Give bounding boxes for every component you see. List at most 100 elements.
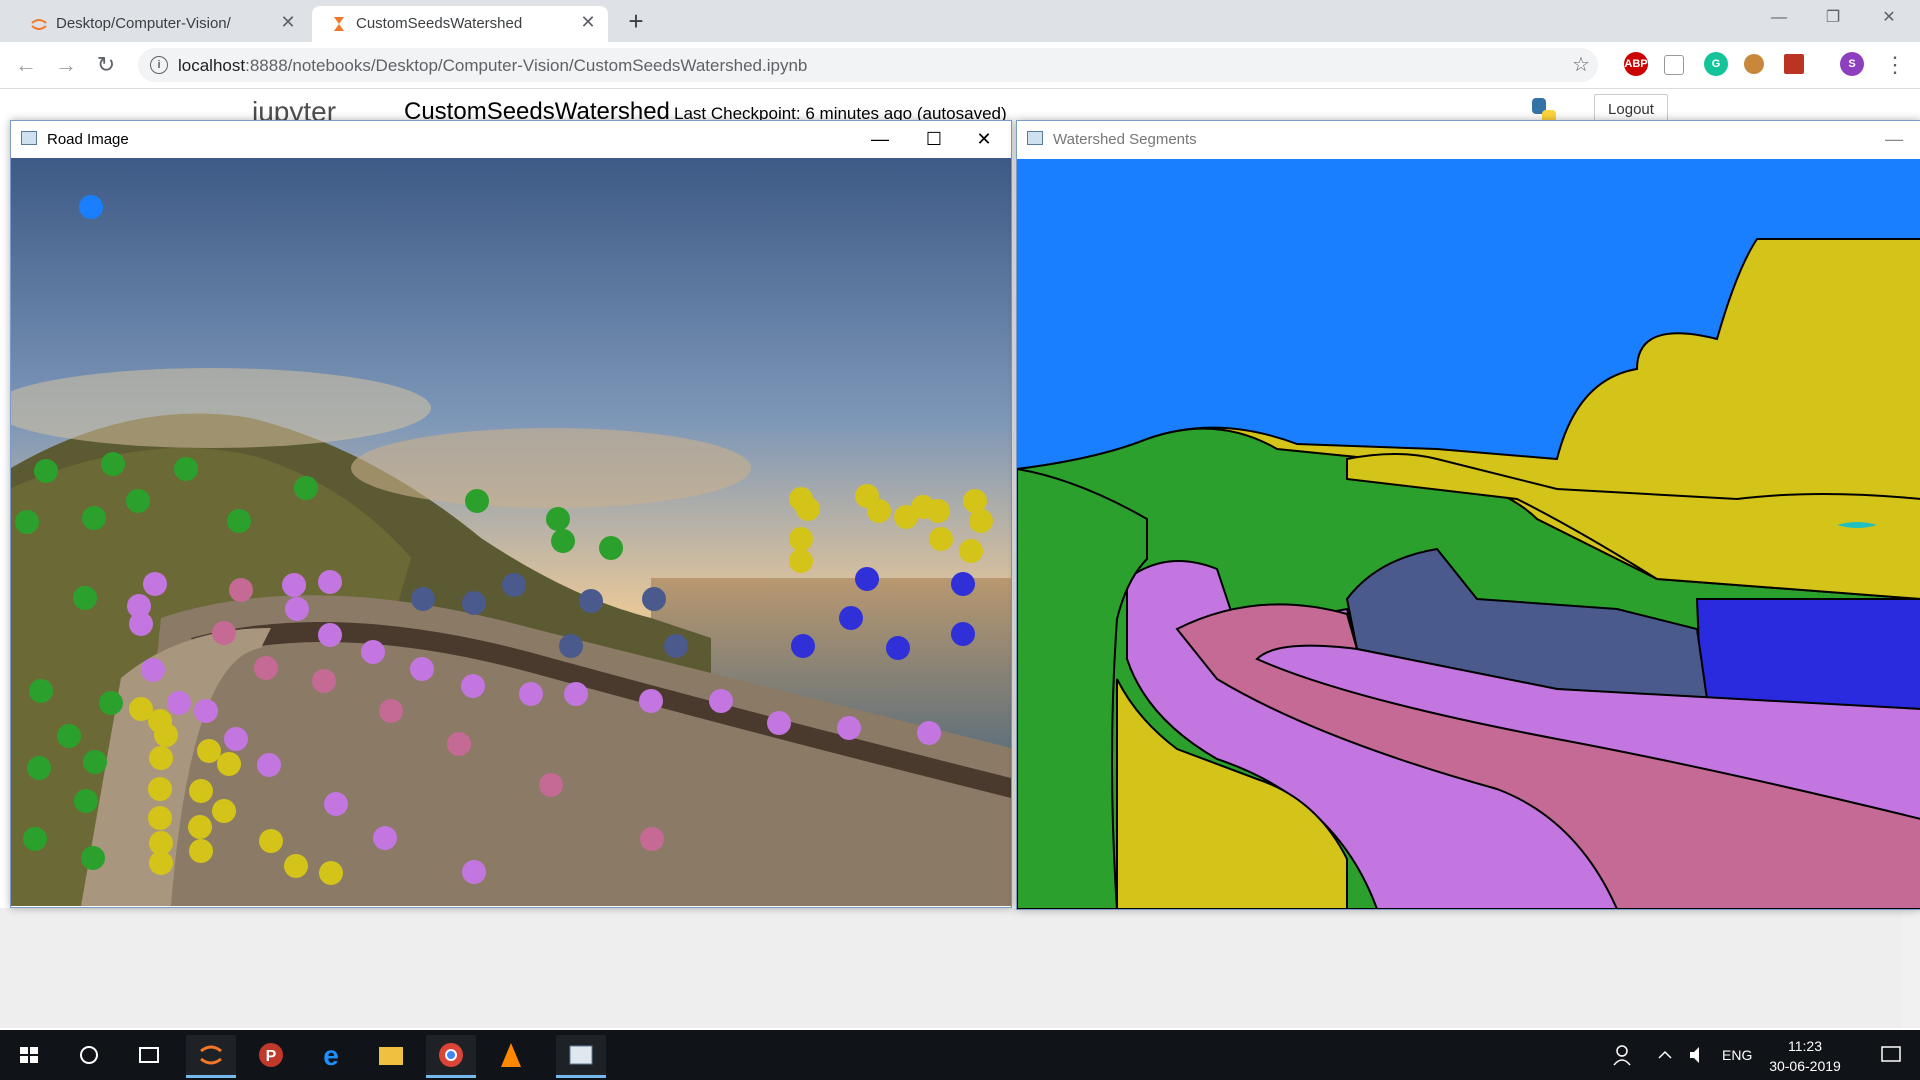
clock-date[interactable]: 30-06-2019 xyxy=(1762,1058,1848,1074)
seed-marker xyxy=(282,573,306,597)
seed-marker xyxy=(229,578,253,602)
seed-marker xyxy=(926,499,950,523)
seed-marker xyxy=(539,773,563,797)
seed-marker xyxy=(959,539,983,563)
seed-marker xyxy=(599,536,623,560)
show-hidden-icons-chevron-icon[interactable] xyxy=(1650,1035,1680,1075)
pdf-extension-icon[interactable] xyxy=(1784,54,1804,74)
seed-marker xyxy=(143,572,167,596)
address-bar[interactable]: i localhost:8888/notebooks/Desktop/Compu… xyxy=(138,48,1598,82)
seed-marker xyxy=(34,459,58,483)
seed-marker xyxy=(796,497,820,521)
notebook-body-area xyxy=(0,908,1920,1028)
seed-marker xyxy=(212,799,236,823)
seed-marker xyxy=(224,727,248,751)
edge-browser-icon[interactable]: e xyxy=(306,1035,356,1075)
seed-marker xyxy=(81,846,105,870)
close-icon[interactable]: ✕ xyxy=(961,123,1007,155)
new-tab-button[interactable]: + xyxy=(622,8,650,36)
seed-marker xyxy=(546,507,570,531)
seed-marker xyxy=(379,699,403,723)
seed-marker xyxy=(564,682,588,706)
clock-time[interactable]: 11:23 xyxy=(1770,1038,1840,1054)
volume-icon[interactable] xyxy=(1682,1035,1712,1075)
seed-marker xyxy=(969,509,993,533)
seed-marker xyxy=(217,752,241,776)
vlc-taskbar-icon[interactable] xyxy=(486,1035,536,1075)
watershed-window: Watershed Segments — xyxy=(1016,120,1920,910)
profile-avatar[interactable]: S xyxy=(1840,52,1864,76)
opencv-window-taskbar-icon[interactable] xyxy=(556,1035,606,1078)
seed-marker xyxy=(319,861,343,885)
action-center-notification-icon[interactable] xyxy=(1866,1035,1916,1075)
seed-marker xyxy=(867,499,891,523)
menu-kebab-icon[interactable]: ⋮ xyxy=(1884,52,1906,78)
seed-marker xyxy=(855,567,879,591)
postman-taskbar-icon[interactable]: P xyxy=(246,1035,296,1075)
seed-marker xyxy=(791,634,815,658)
windows-taskbar: P e xyxy=(0,1030,1920,1080)
svg-text:e: e xyxy=(323,1040,339,1071)
watershed-titlebar[interactable]: Watershed Segments — xyxy=(1017,121,1920,157)
seed-marker xyxy=(29,679,53,703)
seed-marker xyxy=(462,860,486,884)
seed-marker xyxy=(579,589,603,613)
seed-marker xyxy=(23,827,47,851)
close-window-button[interactable]: ✕ xyxy=(1866,0,1912,36)
tab-close-icon[interactable]: ✕ xyxy=(278,12,298,32)
grammarly-icon[interactable]: G xyxy=(1704,52,1728,76)
window-title: Watershed Segments xyxy=(1053,131,1197,148)
task-view-icon[interactable] xyxy=(124,1035,174,1075)
adblock-plus-icon[interactable]: ABP xyxy=(1624,52,1648,76)
road-image-titlebar[interactable]: Road Image — ☐ ✕ xyxy=(11,121,1011,157)
forward-arrow-icon[interactable]: → xyxy=(52,51,80,79)
cortana-search-icon[interactable] xyxy=(64,1035,114,1075)
input-language-indicator[interactable]: ENG xyxy=(1722,1047,1752,1063)
tab-title: Desktop/Computer-Vision/ xyxy=(56,15,231,32)
reload-icon[interactable]: ↻ xyxy=(92,51,120,79)
minimize-icon[interactable]: — xyxy=(1871,123,1917,155)
seed-marker xyxy=(126,489,150,513)
jupyter-favicon-icon xyxy=(31,19,47,30)
seed-marker xyxy=(74,789,98,813)
maximize-icon[interactable]: ☐ xyxy=(911,123,957,155)
seed-marker xyxy=(324,792,348,816)
back-arrow-icon[interactable]: ← xyxy=(12,51,40,79)
tab-desktop-computer-vision[interactable]: Desktop/Computer-Vision/ ✕ xyxy=(12,6,308,42)
page-scrollbar[interactable] xyxy=(1902,908,1920,1028)
watershed-segments-canvas[interactable] xyxy=(1017,159,1920,909)
file-explorer-icon[interactable] xyxy=(366,1035,416,1075)
bookmark-star-icon[interactable]: ☆ xyxy=(1572,52,1590,77)
seed-marker xyxy=(837,716,861,740)
tab-close-icon[interactable]: ✕ xyxy=(578,12,598,32)
seed-marker xyxy=(27,756,51,780)
cookie-extension-icon[interactable] xyxy=(1744,54,1764,74)
seed-marker xyxy=(259,829,283,853)
seed-marker xyxy=(149,851,173,875)
tab-custom-seeds-watershed[interactable]: CustomSeedsWatershed ✕ xyxy=(312,6,608,42)
seed-marker xyxy=(174,457,198,481)
chrome-taskbar-icon[interactable] xyxy=(426,1035,476,1078)
windows-start-icon[interactable] xyxy=(4,1035,54,1075)
seed-marker xyxy=(639,689,663,713)
seed-marker xyxy=(15,510,39,534)
seed-marker xyxy=(149,746,173,770)
minimize-icon[interactable]: — xyxy=(857,123,903,155)
url-path: :8888/notebooks/Desktop/Computer-Vision/… xyxy=(245,56,808,75)
seed-marker xyxy=(461,674,485,698)
people-icon[interactable] xyxy=(1600,1035,1650,1075)
jupyter-taskbar-icon[interactable] xyxy=(186,1035,236,1078)
seed-marker xyxy=(709,689,733,713)
road-image-window: Road Image — ☐ ✕ xyxy=(10,120,1012,908)
site-info-icon[interactable]: i xyxy=(150,56,168,74)
svg-text:P: P xyxy=(266,1048,277,1065)
minimize-window-button[interactable]: — xyxy=(1756,0,1802,36)
save-extension-icon[interactable] xyxy=(1664,55,1684,75)
restore-window-button[interactable]: ❐ xyxy=(1810,0,1856,36)
seed-marker xyxy=(83,750,107,774)
seed-marker xyxy=(318,570,342,594)
seed-markers-layer xyxy=(15,195,993,885)
seed-marker xyxy=(767,711,791,735)
seed-marker xyxy=(361,640,385,664)
seed-marker xyxy=(188,815,212,839)
